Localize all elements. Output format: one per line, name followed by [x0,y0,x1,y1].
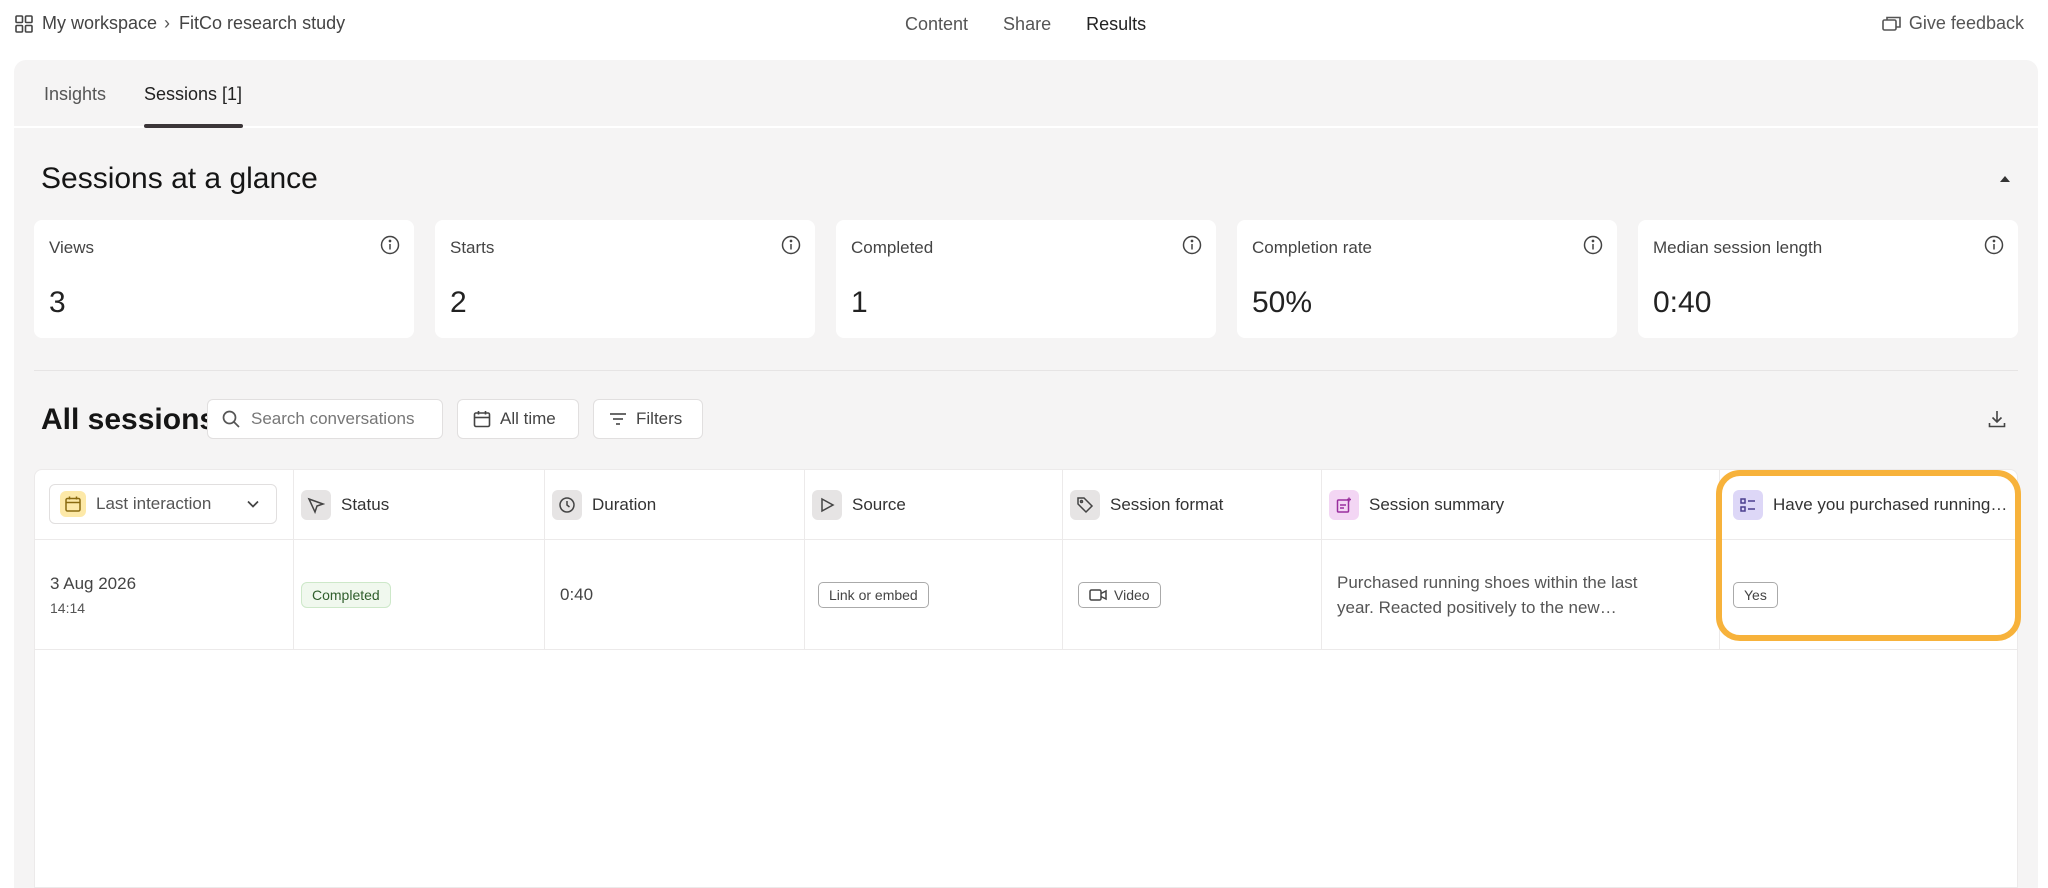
column-session-summary[interactable]: Session summary [1322,470,1720,539]
download-icon[interactable] [1986,408,2008,430]
stat-value: 50% [1252,286,1313,319]
column-status[interactable]: Status [294,470,545,539]
stat-card-starts: Starts 2 [435,220,815,338]
breadcrumb-separator: › [164,13,171,33]
top-bar: My workspace › FitCo research study Cont… [0,0,2048,50]
top-nav: Content Share Results [905,14,1181,35]
stat-card-views: Views 3 [34,220,414,338]
column-label: Session summary [1369,495,1505,514]
sort-dropdown[interactable]: Last interaction [49,484,277,524]
send-icon [301,490,331,520]
stat-label: Views [49,238,95,257]
filters-label: Filters [636,409,683,428]
info-icon[interactable] [1983,234,2005,256]
info-icon[interactable] [1582,234,1604,256]
highlight-box [1716,470,2021,641]
column-duration[interactable]: Duration [545,470,805,539]
sort-label: Last interaction [96,494,212,513]
cell-status: Completed [294,540,545,649]
column-last-interaction: Last interaction [35,470,294,539]
nav-results[interactable]: Results [1086,14,1146,35]
stat-value: 2 [450,286,467,319]
time-filter-label: All time [500,409,556,428]
give-feedback-button[interactable]: Give feedback [1881,13,2024,34]
stat-value: 1 [851,286,868,319]
calendar-icon [472,409,492,429]
stat-card-completion-rate: Completion rate 50% [1237,220,1617,338]
stat-label: Median session length [1653,238,1823,257]
cell-session-format: Video [1063,540,1322,649]
stat-label: Completion rate [1252,238,1373,257]
time-filter-button[interactable]: All time [457,399,579,439]
tag-icon [1070,490,1100,520]
summary-icon [1329,490,1359,520]
tab-insights[interactable]: Insights [44,84,106,105]
cell-source: Link or embed [805,540,1063,649]
tab-sessions[interactable]: Sessions [1] [144,84,242,105]
session-duration: 0:40 [560,585,594,604]
stat-label: Completed [851,238,934,257]
calendar-icon [60,491,86,517]
stat-card-median-length: Median session length 0:40 [1638,220,2018,338]
source-badge: Link or embed [818,582,929,608]
tab-bar: Insights Sessions [1] [14,60,2038,128]
format-badge: Video [1078,582,1161,608]
stat-value: 3 [49,286,66,319]
breadcrumb: My workspace › FitCo research study [14,13,345,34]
info-icon[interactable] [780,234,802,256]
stat-card-completed: Completed 1 [836,220,1216,338]
column-source[interactable]: Source [805,470,1063,539]
search-input[interactable]: Search conversations [207,399,443,439]
column-label: Status [341,495,390,514]
feedback-icon [1881,14,1903,34]
status-badge: Completed [301,582,391,608]
session-time: 14:14 [50,600,86,616]
active-tab-indicator [144,124,243,128]
info-icon[interactable] [1181,234,1203,256]
cell-duration: 0:40 [545,540,805,649]
feedback-label: Give feedback [1908,13,2024,33]
nav-share[interactable]: Share [1003,14,1051,35]
session-date: 3 Aug 2026 [50,574,137,593]
column-label: Duration [592,495,657,514]
stat-value: 0:40 [1653,286,1712,319]
grid-icon[interactable] [14,14,34,34]
search-icon [221,409,241,429]
all-sessions-title: All sessions [41,403,217,436]
search-placeholder: Search conversations [251,409,415,428]
section-divider [34,370,2018,371]
filter-icon [608,409,628,429]
nav-content[interactable]: Content [905,14,968,35]
clock-icon [552,490,582,520]
column-label: Source [852,495,906,514]
info-icon[interactable] [379,234,401,256]
video-icon [1089,588,1107,602]
format-label: Video [1114,587,1150,603]
session-summary: Purchased running shoes within the last … [1337,573,1638,617]
glance-title: Sessions at a glance [41,162,318,195]
cell-session-summary: Purchased running shoes within the last … [1322,540,1720,649]
stat-label: Starts [450,238,495,257]
collapse-caret-icon[interactable] [1998,174,2012,184]
column-session-format[interactable]: Session format [1063,470,1322,539]
cell-last-interaction: 3 Aug 2026 14:14 [35,540,294,649]
breadcrumb-project[interactable]: FitCo research study [179,13,345,34]
column-label: Session format [1110,495,1224,514]
stats-row: Views 3 Starts 2 Completed 1 Completion … [34,220,2039,338]
chevron-down-icon [246,499,260,509]
play-icon [812,490,842,520]
breadcrumb-workspace[interactable]: My workspace [42,13,157,34]
filters-button[interactable]: Filters [593,399,703,439]
